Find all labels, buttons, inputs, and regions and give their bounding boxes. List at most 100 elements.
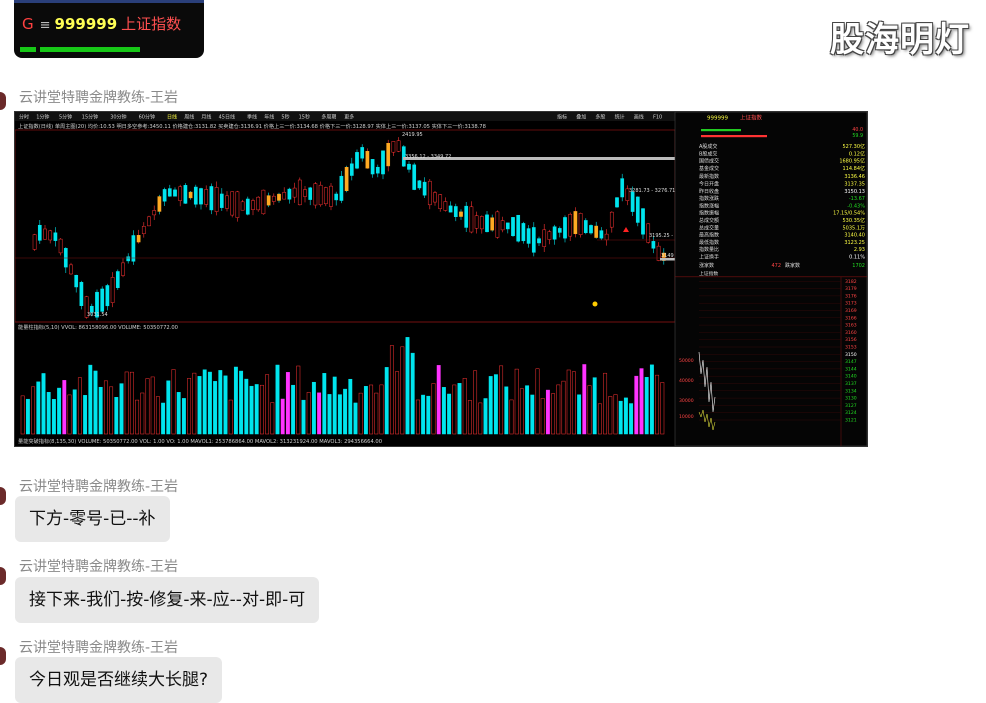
message-bubble[interactable]: 接下来-我们-按-修复-来-应--对-即-可 <box>15 577 320 623</box>
volume-bar <box>67 394 72 435</box>
candle-body <box>287 188 292 200</box>
period-tab[interactable]: 月线 <box>201 114 211 121</box>
side-down-value: 1702 <box>852 263 865 269</box>
toolbar-button[interactable]: F10 <box>653 115 662 121</box>
candle-body <box>74 274 79 288</box>
volume-bar <box>353 402 358 435</box>
candle-body <box>370 159 375 175</box>
volume-bar <box>259 384 264 435</box>
message-bubble[interactable]: 今日观是否继续大长腿? <box>15 657 223 703</box>
volume-bar <box>285 372 290 435</box>
volume-bar <box>124 371 129 435</box>
watermark-logo: 股海明灯 <box>830 20 970 60</box>
volume-bar <box>213 381 218 435</box>
mini-axis-label: 3137 <box>845 381 857 387</box>
period-tab[interactable]: 多周期 <box>321 114 336 121</box>
candle-body <box>251 200 255 210</box>
volume-bar <box>150 376 155 435</box>
candle-body <box>386 143 391 167</box>
stock-card[interactable]: G ≡ 999999 上证指数 <box>14 0 204 58</box>
volume-bar <box>62 380 67 435</box>
volume-bar <box>155 396 160 435</box>
candle-body <box>349 163 354 176</box>
avatar[interactable] <box>0 567 6 585</box>
candle-body <box>479 216 484 230</box>
candle-body <box>100 288 105 312</box>
volume-bar <box>181 398 186 435</box>
message-bubble[interactable]: 下方-零号-已--补 <box>15 496 170 542</box>
toolbar-button[interactable]: 指标 <box>557 114 567 121</box>
candle-body <box>266 195 271 206</box>
period-tab[interactable]: 15分钟 <box>82 114 98 121</box>
volume-bar <box>228 399 233 435</box>
candle-body <box>355 152 359 169</box>
toolbar-button[interactable]: 统计 <box>615 114 625 121</box>
volume-bar <box>400 346 405 435</box>
volume-bar <box>109 386 114 435</box>
volume-bar <box>187 378 192 435</box>
volume-bar <box>410 352 415 435</box>
volume-bars <box>20 337 665 435</box>
volume-bar <box>275 364 280 435</box>
volume-bar <box>41 373 46 435</box>
period-tab[interactable]: 季线 <box>247 114 257 121</box>
candle-body <box>105 285 110 307</box>
candle-body <box>121 262 125 276</box>
candle-body <box>360 147 365 159</box>
toolbar-button[interactable]: 叠加 <box>576 114 586 121</box>
period-tab[interactable]: 周线 <box>184 114 194 121</box>
volume-bar <box>655 374 660 435</box>
period-tab[interactable]: 日线 <box>167 114 177 121</box>
mini-left-axis-label: 30000 <box>679 398 694 404</box>
period-tab[interactable]: 5秒 <box>281 114 289 121</box>
candle-body <box>557 228 562 233</box>
mini-axis-label: 3176 <box>845 293 857 299</box>
avatar[interactable] <box>0 647 6 665</box>
period-tabs: 分时 1分钟 5分钟 15分钟 30分钟 60分钟 日线 周线 月线 45日线 季线 年线 5秒 15秒 多… <box>19 114 354 121</box>
volume-bar <box>634 375 639 435</box>
volume-bar <box>530 394 535 435</box>
period-tab[interactable]: 30分钟 <box>110 114 126 121</box>
volume-bar <box>369 384 374 435</box>
mini-axis-label: 3121 <box>845 418 857 424</box>
candle-body <box>407 163 411 170</box>
side-row-label: 指数量比 <box>699 246 719 253</box>
period-tab[interactable]: 60分钟 <box>139 114 155 121</box>
period-tab[interactable]: 5分钟 <box>59 114 72 121</box>
volume-bar <box>660 382 665 435</box>
candle-body <box>115 271 120 288</box>
candle-body <box>464 205 469 228</box>
candle-body <box>615 197 619 208</box>
side-row-value: 3123.25 <box>844 240 865 246</box>
period-tab[interactable]: 年线 <box>264 114 274 121</box>
period-tab[interactable]: 15秒 <box>299 114 310 121</box>
side-row-value: -0.43% <box>847 203 865 209</box>
candle-body <box>365 151 370 169</box>
period-tab[interactable]: 1分钟 <box>36 114 49 121</box>
mini-axis-label: 3127 <box>845 403 857 409</box>
side-row-label: 基金成交 <box>699 165 719 172</box>
candle-body <box>573 211 578 235</box>
chart-screenshot-image[interactable]: 分时 1分钟 5分钟 15分钟 30分钟 60分钟 日线 周线 月线 45日线 季线 年线 5秒 15秒 多… <box>14 111 868 447</box>
volume-bar <box>577 394 582 435</box>
volume-bar <box>332 376 337 435</box>
toolbar-button[interactable]: 画线 <box>634 114 644 121</box>
candle-body <box>656 245 661 261</box>
side-row-label: 国债成交 <box>699 158 719 165</box>
period-tab[interactable]: 更多 <box>344 114 354 121</box>
price-label: 3356.12 - 3349.72 <box>405 154 451 160</box>
candle-body <box>630 191 635 212</box>
candle-body <box>516 214 521 242</box>
period-tab[interactable]: 分时 <box>19 114 29 121</box>
avatar[interactable] <box>0 92 6 110</box>
candle-body <box>157 196 162 212</box>
side-code: 999999 <box>707 116 728 122</box>
period-tab[interactable]: 45日线 <box>219 114 235 121</box>
toolbar-button[interactable]: 多股 <box>595 114 605 121</box>
volume-bar <box>135 399 140 435</box>
volume-bar <box>119 383 124 435</box>
candle-body <box>245 198 250 215</box>
avatar[interactable] <box>0 487 6 505</box>
side-row-label: 总成交额 <box>699 217 719 224</box>
candle-body <box>209 186 214 211</box>
